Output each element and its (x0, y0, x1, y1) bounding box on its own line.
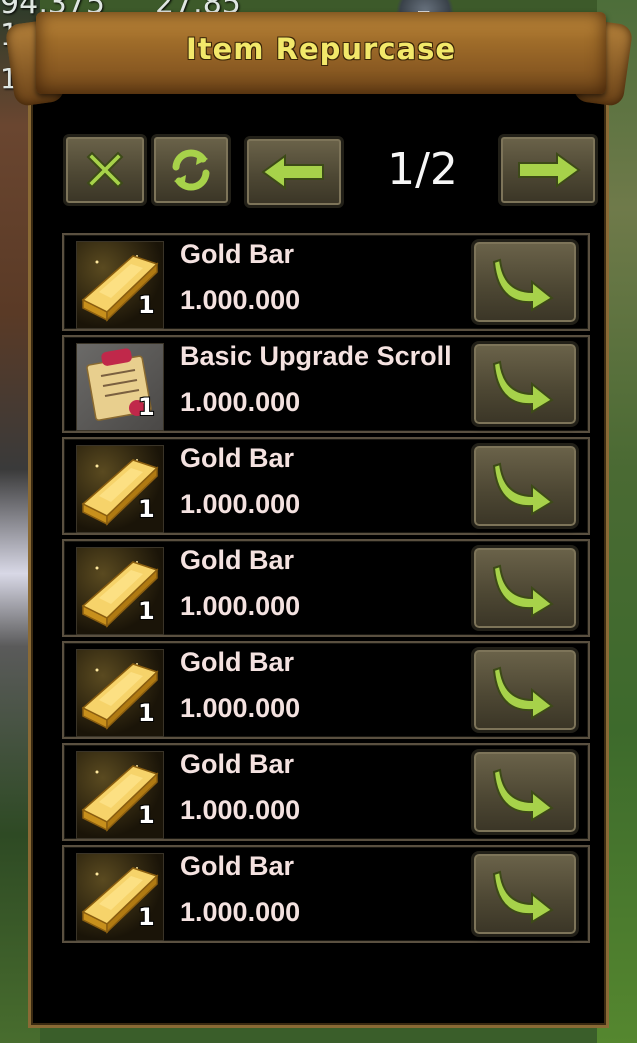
repurchase-button[interactable] (471, 647, 579, 733)
item-price: 1.000.000 (180, 489, 301, 519)
item-quantity: 1 (138, 597, 155, 625)
next-page-button[interactable] (498, 134, 598, 206)
item-name: Gold Bar (180, 851, 295, 881)
item-name: Gold Bar (180, 545, 295, 575)
previous-page-button[interactable] (244, 136, 344, 208)
list-item: 1 Gold Bar 1.000.000 (62, 743, 590, 841)
item-price: 1.000.000 (180, 591, 301, 621)
item-quantity: 1 (138, 903, 155, 931)
refresh-button[interactable] (151, 134, 231, 206)
page-indicator: 1/2 (387, 144, 458, 195)
item-name: Basic Upgrade Scroll (180, 341, 452, 371)
list-item: 1 Gold Bar 1.000.000 (62, 233, 590, 331)
list-item: 1 Basic Upgrade Scroll 1.000.000 (62, 335, 590, 433)
item-name: Gold Bar (180, 749, 295, 779)
item-name: Gold Bar (180, 239, 295, 269)
curved-arrow-icon (492, 768, 554, 822)
item-price: 1.000.000 (180, 795, 301, 825)
curved-arrow-icon (492, 360, 554, 414)
refresh-icon (172, 149, 210, 191)
curved-arrow-icon (492, 564, 554, 618)
list-item: 1 Gold Bar 1.000.000 (62, 437, 590, 535)
repurchase-button[interactable] (471, 851, 579, 937)
item-price: 1.000.000 (180, 387, 301, 417)
item-name: Gold Bar (180, 443, 295, 473)
arrow-right-icon (518, 152, 581, 188)
curved-arrow-icon (492, 870, 554, 924)
item-quantity: 1 (138, 291, 155, 319)
curved-arrow-icon (492, 258, 554, 312)
curved-arrow-icon (492, 462, 554, 516)
item-name: Gold Bar (180, 647, 295, 677)
x-icon (86, 151, 124, 189)
item-price: 1.000.000 (180, 693, 301, 723)
repurchase-button[interactable] (471, 545, 579, 631)
repurchase-button[interactable] (471, 341, 579, 427)
item-quantity: 1 (138, 393, 155, 421)
list-item: 1 Gold Bar 1.000.000 (62, 539, 590, 637)
item-price: 1.000.000 (180, 897, 301, 927)
repurchase-button[interactable] (471, 239, 579, 325)
window-title: Item Repurcase (185, 32, 457, 66)
close-button[interactable] (63, 134, 147, 206)
list-item: 1 Gold Bar 1.000.000 (62, 641, 590, 739)
item-price: 1.000.000 (180, 285, 301, 315)
repurchase-button[interactable] (471, 749, 579, 835)
repurchase-button[interactable] (471, 443, 579, 529)
arrow-left-icon (261, 154, 324, 190)
item-quantity: 1 (138, 801, 155, 829)
item-quantity: 1 (138, 495, 155, 523)
curved-arrow-icon (492, 666, 554, 720)
list-item: 1 Gold Bar 1.000.000 (62, 845, 590, 943)
item-quantity: 1 (138, 699, 155, 727)
